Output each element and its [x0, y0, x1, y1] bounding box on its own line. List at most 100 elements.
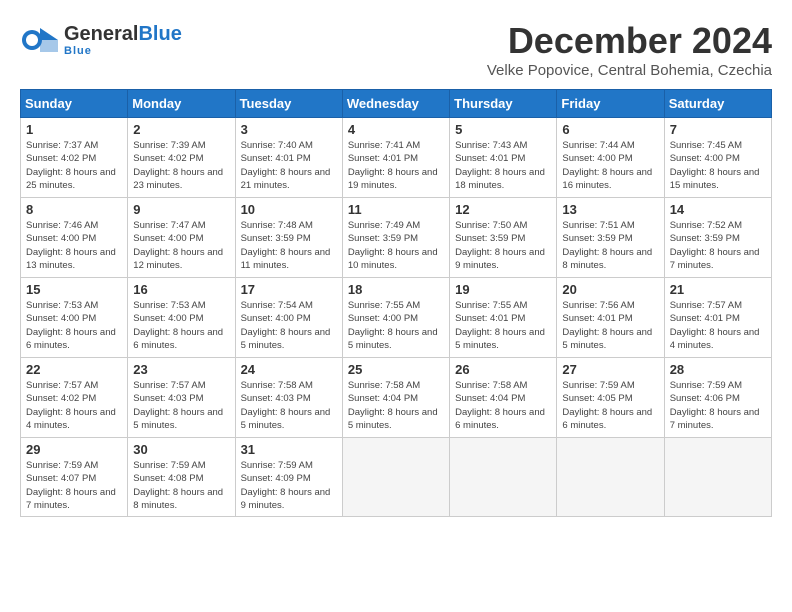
calendar-cell: 2 Sunrise: 7:39 AMSunset: 4:02 PMDayligh… [128, 118, 235, 198]
calendar-subtitle: Velke Popovice, Central Bohemia, Czechia [487, 62, 772, 79]
day-number: 25 [348, 362, 444, 377]
calendar-cell: 7 Sunrise: 7:45 AMSunset: 4:00 PMDayligh… [664, 118, 771, 198]
calendar-cell [557, 438, 664, 517]
logo-tagline: Blue [64, 45, 182, 57]
calendar-week-3: 15 Sunrise: 7:53 AMSunset: 4:00 PMDaylig… [21, 278, 772, 358]
day-number: 23 [133, 362, 229, 377]
calendar-cell: 26 Sunrise: 7:58 AMSunset: 4:04 PMDaylig… [450, 358, 557, 438]
column-header-sunday: Sunday [21, 90, 128, 118]
day-info: Sunrise: 7:47 AMSunset: 4:00 PMDaylight:… [133, 219, 229, 272]
column-header-saturday: Saturday [664, 90, 771, 118]
day-info: Sunrise: 7:50 AMSunset: 3:59 PMDaylight:… [455, 219, 551, 272]
calendar-cell: 1 Sunrise: 7:37 AMSunset: 4:02 PMDayligh… [21, 118, 128, 198]
calendar-cell: 3 Sunrise: 7:40 AMSunset: 4:01 PMDayligh… [235, 118, 342, 198]
day-info: Sunrise: 7:59 AMSunset: 4:09 PMDaylight:… [241, 459, 337, 512]
calendar-cell: 6 Sunrise: 7:44 AMSunset: 4:00 PMDayligh… [557, 118, 664, 198]
calendar-cell: 29 Sunrise: 7:59 AMSunset: 4:07 PMDaylig… [21, 438, 128, 517]
calendar-cell: 8 Sunrise: 7:46 AMSunset: 4:00 PMDayligh… [21, 198, 128, 278]
day-number: 11 [348, 202, 444, 217]
day-info: Sunrise: 7:53 AMSunset: 4:00 PMDaylight:… [26, 299, 122, 352]
calendar-cell: 16 Sunrise: 7:53 AMSunset: 4:00 PMDaylig… [128, 278, 235, 358]
calendar-cell: 18 Sunrise: 7:55 AMSunset: 4:00 PMDaylig… [342, 278, 449, 358]
title-block: December 2024 Velke Popovice, Central Bo… [487, 20, 772, 79]
day-info: Sunrise: 7:57 AMSunset: 4:01 PMDaylight:… [670, 299, 766, 352]
day-info: Sunrise: 7:43 AMSunset: 4:01 PMDaylight:… [455, 139, 551, 192]
logo-blue: Blue [138, 23, 181, 45]
calendar-cell: 23 Sunrise: 7:57 AMSunset: 4:03 PMDaylig… [128, 358, 235, 438]
day-info: Sunrise: 7:37 AMSunset: 4:02 PMDaylight:… [26, 139, 122, 192]
column-header-friday: Friday [557, 90, 664, 118]
column-header-monday: Monday [128, 90, 235, 118]
day-number: 17 [241, 282, 337, 297]
column-header-thursday: Thursday [450, 90, 557, 118]
calendar-cell: 22 Sunrise: 7:57 AMSunset: 4:02 PMDaylig… [21, 358, 128, 438]
logo-icon [20, 20, 60, 60]
day-number: 3 [241, 122, 337, 137]
day-number: 13 [562, 202, 658, 217]
day-number: 8 [26, 202, 122, 217]
calendar-cell: 30 Sunrise: 7:59 AMSunset: 4:08 PMDaylig… [128, 438, 235, 517]
calendar-week-4: 22 Sunrise: 7:57 AMSunset: 4:02 PMDaylig… [21, 358, 772, 438]
day-info: Sunrise: 7:58 AMSunset: 4:04 PMDaylight:… [455, 379, 551, 432]
day-number: 30 [133, 442, 229, 457]
page-header: GeneralBlue Blue December 2024 Velke Pop… [20, 20, 772, 79]
column-header-tuesday: Tuesday [235, 90, 342, 118]
day-info: Sunrise: 7:59 AMSunset: 4:05 PMDaylight:… [562, 379, 658, 432]
day-number: 24 [241, 362, 337, 377]
day-number: 19 [455, 282, 551, 297]
day-info: Sunrise: 7:55 AMSunset: 4:01 PMDaylight:… [455, 299, 551, 352]
day-number: 7 [670, 122, 766, 137]
day-number: 26 [455, 362, 551, 377]
day-number: 15 [26, 282, 122, 297]
calendar-cell: 13 Sunrise: 7:51 AMSunset: 3:59 PMDaylig… [557, 198, 664, 278]
calendar-title: December 2024 [487, 20, 772, 62]
day-info: Sunrise: 7:41 AMSunset: 4:01 PMDaylight:… [348, 139, 444, 192]
calendar-cell: 4 Sunrise: 7:41 AMSunset: 4:01 PMDayligh… [342, 118, 449, 198]
calendar-cell: 20 Sunrise: 7:56 AMSunset: 4:01 PMDaylig… [557, 278, 664, 358]
day-info: Sunrise: 7:44 AMSunset: 4:00 PMDaylight:… [562, 139, 658, 192]
day-number: 22 [26, 362, 122, 377]
day-number: 27 [562, 362, 658, 377]
day-info: Sunrise: 7:59 AMSunset: 4:06 PMDaylight:… [670, 379, 766, 432]
calendar-cell: 19 Sunrise: 7:55 AMSunset: 4:01 PMDaylig… [450, 278, 557, 358]
day-number: 14 [670, 202, 766, 217]
day-info: Sunrise: 7:45 AMSunset: 4:00 PMDaylight:… [670, 139, 766, 192]
calendar-cell [664, 438, 771, 517]
calendar-table: SundayMondayTuesdayWednesdayThursdayFrid… [20, 89, 772, 517]
day-info: Sunrise: 7:59 AMSunset: 4:08 PMDaylight:… [133, 459, 229, 512]
calendar-cell: 15 Sunrise: 7:53 AMSunset: 4:00 PMDaylig… [21, 278, 128, 358]
day-number: 10 [241, 202, 337, 217]
day-info: Sunrise: 7:59 AMSunset: 4:07 PMDaylight:… [26, 459, 122, 512]
day-info: Sunrise: 7:58 AMSunset: 4:03 PMDaylight:… [241, 379, 337, 432]
day-info: Sunrise: 7:56 AMSunset: 4:01 PMDaylight:… [562, 299, 658, 352]
calendar-cell: 14 Sunrise: 7:52 AMSunset: 3:59 PMDaylig… [664, 198, 771, 278]
calendar-cell: 9 Sunrise: 7:47 AMSunset: 4:00 PMDayligh… [128, 198, 235, 278]
calendar-cell: 28 Sunrise: 7:59 AMSunset: 4:06 PMDaylig… [664, 358, 771, 438]
day-number: 20 [562, 282, 658, 297]
day-number: 9 [133, 202, 229, 217]
calendar-cell [450, 438, 557, 517]
day-number: 6 [562, 122, 658, 137]
day-info: Sunrise: 7:57 AMSunset: 4:02 PMDaylight:… [26, 379, 122, 432]
day-number: 2 [133, 122, 229, 137]
calendar-cell: 5 Sunrise: 7:43 AMSunset: 4:01 PMDayligh… [450, 118, 557, 198]
day-number: 28 [670, 362, 766, 377]
day-info: Sunrise: 7:57 AMSunset: 4:03 PMDaylight:… [133, 379, 229, 432]
calendar-cell: 27 Sunrise: 7:59 AMSunset: 4:05 PMDaylig… [557, 358, 664, 438]
logo-general: General [64, 23, 138, 45]
calendar-cell: 24 Sunrise: 7:58 AMSunset: 4:03 PMDaylig… [235, 358, 342, 438]
calendar-cell [342, 438, 449, 517]
day-info: Sunrise: 7:58 AMSunset: 4:04 PMDaylight:… [348, 379, 444, 432]
day-info: Sunrise: 7:51 AMSunset: 3:59 PMDaylight:… [562, 219, 658, 272]
calendar-cell: 10 Sunrise: 7:48 AMSunset: 3:59 PMDaylig… [235, 198, 342, 278]
day-info: Sunrise: 7:46 AMSunset: 4:00 PMDaylight:… [26, 219, 122, 272]
day-number: 16 [133, 282, 229, 297]
calendar-cell: 21 Sunrise: 7:57 AMSunset: 4:01 PMDaylig… [664, 278, 771, 358]
day-info: Sunrise: 7:39 AMSunset: 4:02 PMDaylight:… [133, 139, 229, 192]
day-info: Sunrise: 7:54 AMSunset: 4:00 PMDaylight:… [241, 299, 337, 352]
calendar-cell: 25 Sunrise: 7:58 AMSunset: 4:04 PMDaylig… [342, 358, 449, 438]
day-info: Sunrise: 7:53 AMSunset: 4:00 PMDaylight:… [133, 299, 229, 352]
day-number: 1 [26, 122, 122, 137]
calendar-cell: 11 Sunrise: 7:49 AMSunset: 3:59 PMDaylig… [342, 198, 449, 278]
day-number: 5 [455, 122, 551, 137]
